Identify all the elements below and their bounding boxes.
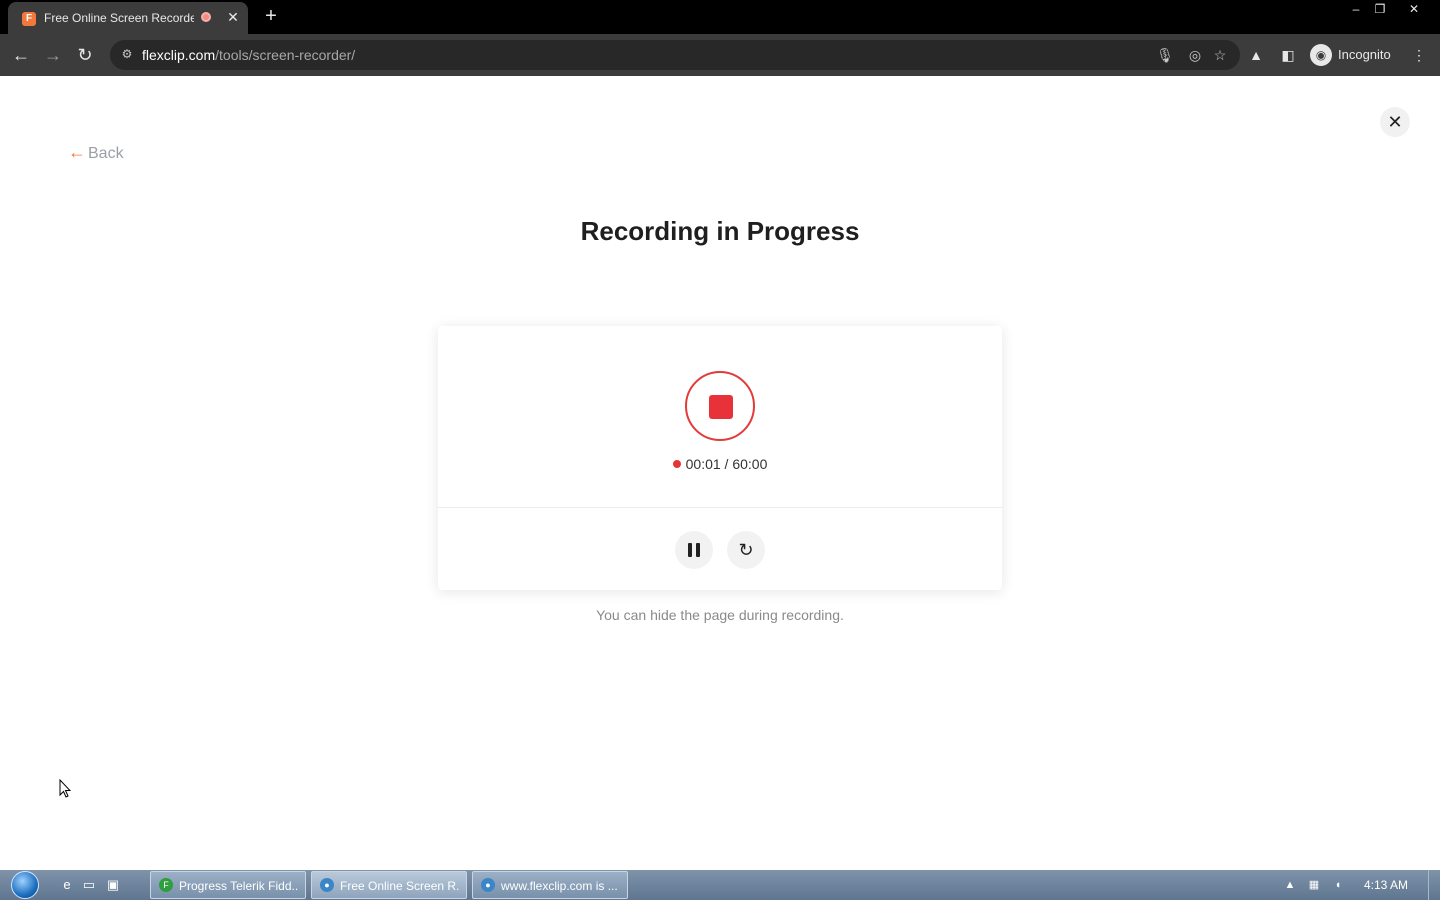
chrome-icon: ●: [320, 878, 334, 892]
tab-close-icon[interactable]: ✕: [224, 8, 242, 26]
back-label: Back: [88, 145, 124, 162]
start-button[interactable]: [8, 870, 44, 900]
bookmark-star-icon[interactable]: ☆: [1210, 45, 1230, 65]
stop-recording-button[interactable]: [685, 371, 755, 441]
browser-toolbar: ← → ↻ ⚙ flexclip.com/tools/screen-record…: [0, 34, 1440, 76]
taskbar-item-fiddler[interactable]: F Progress Telerik Fidd...: [150, 871, 306, 899]
network-icon[interactable]: ▦: [1306, 877, 1322, 893]
close-button[interactable]: ✕: [1380, 107, 1410, 137]
menu-kebab-icon[interactable]: ⋮: [1408, 44, 1430, 66]
stop-icon: [709, 395, 733, 419]
tab-title: Free Online Screen Recorder: [44, 11, 194, 25]
taskbar-item-label: Progress Telerik Fidd...: [179, 879, 299, 893]
eye-blocked-icon[interactable]: ◎: [1185, 45, 1205, 65]
tray-expand-icon[interactable]: ▲: [1282, 877, 1298, 893]
window-close-button[interactable]: ✕: [1400, 0, 1428, 18]
back-arrow-icon: ←: [68, 142, 86, 162]
labs-flask-icon[interactable]: ▲: [1245, 44, 1267, 66]
chrome-icon: ●: [481, 878, 495, 892]
recording-indicator-icon: [201, 12, 211, 22]
taskbar-item-label: www.flexclip.com is ...: [501, 879, 618, 893]
taskbar-item-chrome-recorder[interactable]: ● Free Online Screen R...: [311, 871, 467, 899]
recorder-status-panel: 00:01 / 60:00: [438, 326, 1002, 508]
browser-tab[interactable]: F Free Online Screen Recorder ✕: [8, 2, 248, 34]
switch-windows-icon[interactable]: ▣: [104, 876, 122, 894]
show-desktop-quicklaunch-icon[interactable]: ▭: [80, 876, 98, 894]
browser-titlebar: F Free Online Screen Recorder ✕ + – ❐ ✕: [0, 0, 1440, 34]
url-text[interactable]: flexclip.com/tools/screen-recorder/: [142, 47, 355, 63]
back-nav-icon[interactable]: ←: [8, 42, 34, 68]
volume-icon[interactable]: ◖: [1330, 877, 1346, 893]
recording-timer: 00:01 / 60:00: [438, 456, 1002, 472]
fiddler-icon: F: [159, 878, 173, 892]
new-tab-button[interactable]: +: [260, 5, 282, 27]
mouse-cursor-icon: [59, 779, 71, 798]
page-content: ← Back ✕ Recording in Progress 00:01 / 60…: [0, 76, 1440, 870]
internet-explorer-icon[interactable]: e: [58, 876, 76, 894]
timer-text: 00:01 / 60:00: [685, 456, 768, 472]
incognito-icon: ◉: [1310, 44, 1332, 66]
incognito-indicator[interactable]: ◉ Incognito: [1308, 42, 1400, 68]
taskbar-item-flexclip-share[interactable]: ● www.flexclip.com is ...: [472, 871, 628, 899]
mic-blocked-icon[interactable]: 🎙: [1155, 45, 1175, 65]
address-bar[interactable]: ⚙ flexclip.com/tools/screen-recorder/ 🎙 …: [110, 40, 1240, 70]
windows-taskbar: e ▭ ▣ F Progress Telerik Fidd... ● Free …: [0, 870, 1440, 900]
back-link[interactable]: ← Back: [68, 142, 124, 163]
show-desktop-button[interactable]: [1428, 870, 1440, 900]
forward-nav-icon[interactable]: →: [40, 42, 66, 68]
taskbar-item-label: Free Online Screen R...: [340, 879, 460, 893]
recording-dot-icon: [672, 460, 681, 469]
restart-button[interactable]: ↻: [727, 531, 765, 569]
restart-icon: ↻: [738, 540, 754, 560]
taskbar-clock[interactable]: 4:13 AM: [1364, 878, 1408, 892]
site-info-icon[interactable]: ⚙: [120, 47, 134, 61]
side-panel-icon[interactable]: ◧: [1277, 44, 1299, 66]
reload-icon[interactable]: ↻: [72, 42, 98, 68]
windows-logo-icon: [11, 871, 39, 899]
flexclip-favicon-icon: F: [22, 12, 36, 26]
pause-button[interactable]: [675, 531, 713, 569]
recorder-card: 00:01 / 60:00 ↻: [438, 326, 1002, 590]
hint-text: You can hide the page during recording.: [596, 607, 844, 623]
pause-icon: [688, 543, 700, 557]
incognito-label: Incognito: [1338, 47, 1391, 62]
page-title: Recording in Progress: [580, 216, 860, 246]
window-restore-button[interactable]: ❐: [1366, 0, 1394, 18]
